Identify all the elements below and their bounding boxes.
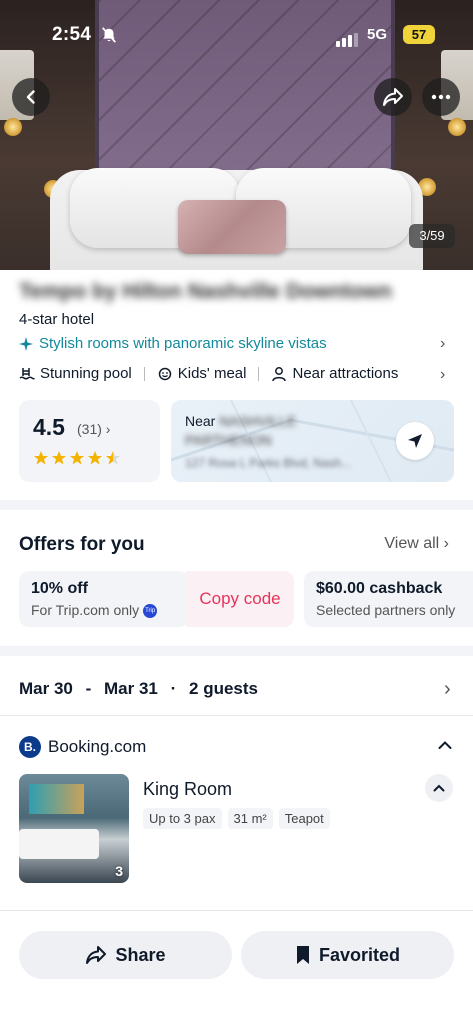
highlight-row[interactable]: Stylish rooms with panoramic skyline vis… (19, 335, 327, 352)
kids-meal-icon (158, 367, 171, 380)
star-icon (70, 451, 84, 465)
signal-icon (336, 29, 360, 47)
star-icon (88, 451, 102, 465)
offer-title: 10% off (31, 580, 88, 597)
offer-card-cashback[interactable]: $60.00 cashback Selected partners only (304, 571, 473, 627)
date-dash: - (85, 679, 92, 698)
share-arrow-icon (383, 88, 403, 106)
room-photo-bed (19, 829, 99, 859)
navigate-button[interactable] (396, 422, 434, 460)
room-photo-count: 3 (115, 863, 123, 879)
sparkle-icon (19, 336, 33, 351)
trip-badge-icon: Trip (143, 604, 158, 619)
amenity-kids-meal: Kids' meal (177, 365, 247, 382)
near-prefix: Near (185, 413, 216, 429)
provider-header[interactable]: B. Booking.com (19, 736, 146, 758)
attraction-icon (272, 366, 287, 381)
favorite-label: Favorited (318, 944, 401, 965)
offer-subtitle: Selected partners only (316, 602, 456, 618)
check-in-date: Mar 30 (19, 679, 73, 698)
hero-sconce (448, 118, 466, 136)
hero-cushion (178, 200, 286, 254)
hotel-address: 127 Rosa L Parks Blvd, Nash... (185, 456, 352, 470)
share-button[interactable]: Share (19, 931, 232, 979)
provider-name: Booking.com (48, 737, 147, 756)
chevron-up-icon (433, 784, 445, 792)
amenity-divider (143, 366, 145, 381)
check-out-date: Mar 31 (104, 679, 158, 698)
review-count: (31) › (77, 421, 111, 437)
room-tag-size: 31 m² (227, 808, 273, 829)
room-tag-capacity: Up to 3 pax (143, 808, 222, 829)
room-tags: Up to 3 pax 31 m² Teapot (143, 808, 330, 829)
room-collapse-button[interactable] (425, 774, 453, 802)
landmark-line2: PARTHENON (185, 432, 272, 448)
view-all-text: View all (384, 535, 440, 552)
review-count-text: (31) (77, 421, 102, 437)
network-label: 5G (367, 26, 388, 43)
share-arrow-icon (86, 946, 107, 964)
booking-logo-icon: B. (19, 736, 41, 758)
chevron-right-icon[interactable]: › (440, 366, 445, 384)
star-icon (34, 451, 48, 465)
room-photo-artwork (29, 784, 84, 814)
status-bar: 2:54 5G 57 (0, 20, 473, 50)
star-icon (52, 451, 66, 465)
guest-count: 2 guests (189, 679, 259, 698)
hero-photo[interactable]: 2:54 5G 57 3/59 (0, 0, 473, 270)
offer-title: $60.00 cashback (316, 580, 443, 597)
view-all-link[interactable]: View all › (384, 535, 449, 553)
amenity-divider (258, 366, 260, 381)
bottom-action-bar: Share Favorited (0, 910, 473, 1024)
near-landmark: Near NASHVILLE PARTHENON (185, 412, 296, 450)
room-tag-amenity: Teapot (278, 808, 330, 829)
chevron-right-icon[interactable]: › (440, 335, 445, 353)
room-photo[interactable]: 3 (19, 774, 129, 883)
rating-score: 4.5 (33, 414, 65, 440)
amenities-row[interactable]: Stunning pool Kids' meal Near attraction… (19, 365, 398, 382)
section-divider (0, 646, 473, 656)
section-divider (0, 500, 473, 510)
more-options-button[interactable] (422, 78, 460, 116)
chevron-right-icon[interactable]: › (444, 678, 451, 701)
favorite-button[interactable]: Favorited (241, 931, 454, 979)
more-dots-icon (431, 94, 451, 100)
bell-muted-icon (102, 27, 116, 43)
back-button[interactable] (12, 78, 50, 116)
amenity-pool: Stunning pool (40, 365, 132, 382)
offers-title: Offers for you (19, 534, 145, 555)
amenity-near-attractions: Near attractions (292, 365, 399, 382)
share-top-button[interactable] (374, 78, 412, 116)
pool-icon (19, 367, 35, 379)
offer-subtitle-text: For Trip.com only (31, 602, 140, 618)
battery-indicator: 57 (403, 25, 435, 44)
room-name[interactable]: King Room (143, 779, 232, 800)
bookmark-icon (296, 946, 309, 964)
star-rating-label: 4-star hotel (19, 311, 95, 328)
chevron-up-icon[interactable] (438, 740, 452, 750)
navigation-arrow-icon (408, 434, 422, 448)
highlight-text: Stylish rooms with panoramic skyline vis… (39, 335, 327, 352)
hotel-name: Tempo by Hilton Nashville Downtown (19, 280, 392, 303)
share-label: Share (115, 944, 166, 965)
location-map-card[interactable]: Near NASHVILLE PARTHENON 127 Rosa L Park… (171, 400, 454, 482)
photo-counter: 3/59 (409, 224, 455, 248)
row-divider (0, 715, 473, 716)
hero-sconce (4, 118, 22, 136)
rating-card[interactable]: 4.5 (31) › (19, 400, 160, 482)
landmark-line1: NASHVILLE (219, 413, 297, 429)
star-row (33, 450, 121, 466)
half-star-icon (106, 451, 120, 465)
offer-subtitle: For Trip.com only Trip (31, 602, 158, 619)
copy-code-button[interactable]: Copy code (186, 571, 294, 627)
status-time: 2:54 (52, 24, 92, 45)
stay-dates-row[interactable]: Mar 30 - Mar 31 · 2 guests (19, 679, 266, 699)
chevron-left-icon (26, 90, 35, 104)
separator-dot: · (170, 679, 177, 698)
offer-card-discount[interactable]: 10% off For Trip.com only Trip (19, 571, 189, 627)
